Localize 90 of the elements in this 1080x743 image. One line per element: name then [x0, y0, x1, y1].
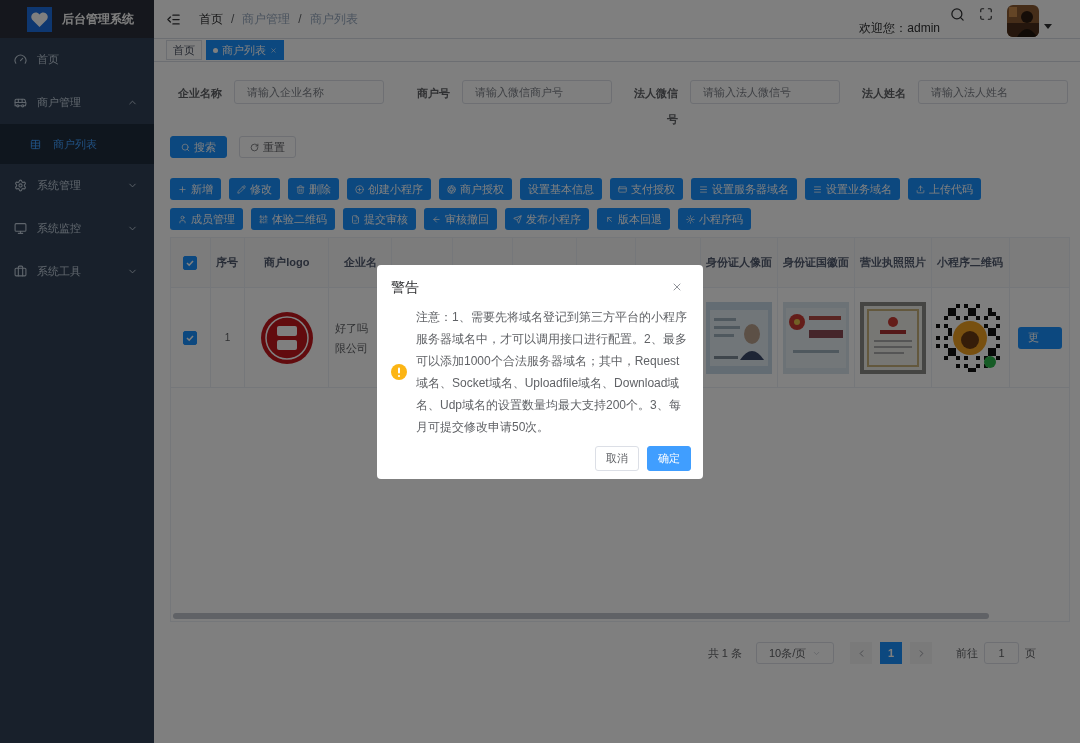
close-icon[interactable] [270, 46, 277, 54]
breadcrumb-separator: / [231, 11, 235, 28]
refresh-icon [250, 142, 259, 152]
page-input[interactable]: 1 [984, 642, 1019, 664]
column-header: 小程序二维码 [937, 255, 1004, 271]
app-title: 后台管理系统 [62, 11, 134, 28]
checkbox[interactable] [183, 255, 198, 270]
card-icon [618, 184, 627, 194]
gear-icon [14, 179, 27, 192]
user-icon [178, 214, 187, 224]
toolbar-button[interactable]: 修改 [229, 178, 280, 200]
menu-toggle-icon[interactable] [166, 11, 181, 27]
next-page-button[interactable] [910, 642, 932, 664]
breadcrumb-link[interactable]: 首页 [199, 10, 223, 28]
filter-label: 法人姓名 [861, 86, 906, 101]
table-cell-text: 1 [224, 331, 231, 345]
filter-label: 法人微信号 [633, 86, 678, 127]
close-icon[interactable] [671, 281, 683, 293]
page-button[interactable]: 1 [880, 642, 902, 664]
table-cell-text: 好了吗 限公司 [335, 320, 369, 356]
plus-icon [178, 184, 187, 194]
arrow-left-icon [432, 214, 441, 224]
toolbar-button[interactable]: 发布小程序 [505, 208, 589, 230]
cancel-button[interactable]: 取消 [595, 445, 639, 471]
toolbar-button[interactable]: 体验二维码 [251, 208, 335, 230]
caret-down-icon[interactable] [1044, 23, 1052, 29]
list-icon [813, 184, 822, 194]
column-header: 序号 [216, 255, 239, 271]
page-size-select[interactable]: 10条/页 [756, 642, 834, 664]
qr-code-icon [259, 214, 268, 224]
search-icon[interactable] [950, 6, 965, 22]
reset-button[interactable]: 重置 [239, 136, 296, 158]
column-header: 营业执照照片 [860, 255, 927, 271]
toolbar-button[interactable]: 审核撤回 [424, 208, 497, 230]
toolbar-button[interactable]: 设置基本信息 [520, 178, 602, 200]
plus-circle-icon [355, 184, 364, 194]
fullscreen-icon[interactable] [979, 7, 993, 21]
total-count: 共 1 条 [707, 645, 742, 661]
search-button[interactable]: 搜索 [170, 136, 227, 158]
delete-icon [296, 184, 305, 194]
prev-page-button[interactable] [850, 642, 872, 664]
dashboard-icon [14, 53, 27, 66]
toolbar-button[interactable]: 提交审核 [343, 208, 416, 230]
dialog-title: 警告 [391, 277, 419, 297]
sun-icon [686, 214, 695, 224]
confirm-button[interactable]: 确定 [647, 445, 691, 471]
toolbar-button[interactable]: 上传代码 [908, 178, 981, 200]
bus-icon [14, 96, 27, 109]
edit-icon [237, 184, 246, 194]
table-icon [30, 138, 41, 150]
monitor-icon [14, 222, 27, 235]
toolbar-button[interactable]: 设置业务域名 [805, 178, 900, 200]
column-header: 商户logo [264, 255, 310, 271]
checkbox[interactable] [183, 330, 198, 345]
toolbox-icon [14, 265, 27, 278]
toolbar-button[interactable]: 成员管理 [170, 208, 243, 230]
toolbar-button[interactable]: 支付授权 [610, 178, 683, 200]
warning-icon [391, 363, 407, 380]
toolbar-button[interactable]: 设置服务器域名 [691, 178, 797, 200]
search-icon [181, 142, 190, 152]
stamp-logo-icon [260, 311, 313, 364]
more-button[interactable]: 更 [1017, 326, 1062, 349]
toolbar-button[interactable]: 商户授权 [439, 178, 512, 200]
arrow-icon [605, 214, 614, 224]
column-header: 企业名 [343, 255, 377, 271]
document-icon [351, 214, 360, 224]
dialog-message: 注意：1、需要先将域名登记到第三方平台的小程序服务器域名中，才可以调用接口进行配置。2、最多可以添加1000个合法服务器域名；其中，Request域名、Socket域名、Uploadfile域名、Download域名、Udp域名的设置数量均最大支持200个。3、每月可提交修改申请50次。 [416, 308, 688, 436]
upload-icon [916, 184, 925, 194]
breadcrumb-separator: / [298, 11, 302, 28]
list-icon [699, 184, 708, 194]
goto-label: 前往 [956, 645, 978, 661]
filter-label: 商户号 [416, 86, 450, 101]
toolbar-button[interactable]: 版本回退 [597, 208, 670, 230]
goto-suffix: 页 [1025, 645, 1036, 661]
tag-tab[interactable]: 首页 [166, 40, 202, 60]
toolbar-button[interactable]: 小程序码 [678, 208, 751, 230]
tag-tab[interactable]: 商户列表 [206, 40, 284, 60]
toolbar-button[interactable]: 创建小程序 [347, 178, 431, 200]
welcome-text: 欢迎您：admin [859, 20, 940, 37]
filter-label: 企业名称 [177, 86, 222, 101]
toolbar-button[interactable]: 新增 [170, 178, 221, 200]
toolbar-button[interactable]: 删除 [288, 178, 339, 200]
column-header: 身份证人像面 [705, 255, 772, 271]
scrollbar[interactable] [173, 613, 989, 619]
send-icon [513, 214, 522, 224]
menu-item[interactable]: 首页 [0, 38, 154, 81]
aperture-icon [447, 184, 456, 194]
submenu-item[interactable]: 商户列表 [0, 124, 154, 164]
column-header: 身份证国徽面 [783, 255, 850, 271]
heart-logo-icon [27, 6, 52, 32]
